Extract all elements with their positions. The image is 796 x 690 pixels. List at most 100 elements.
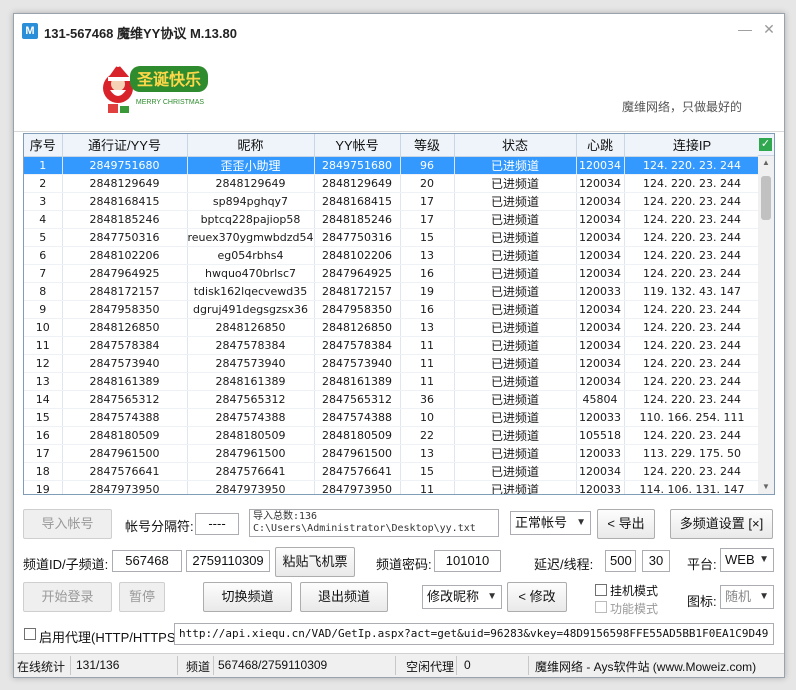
table-cell: 110. 166. 254. 111 [624,408,761,427]
sub-channel-input[interactable]: 2759110309 [186,550,270,572]
proxy-checkbox[interactable] [24,628,36,640]
table-cell: 2848172157 [314,282,401,301]
switch-channel-button[interactable]: 切换频道 [203,582,292,612]
table-row[interactable]: 10 2848126850 2848126850 2848126850 13 已进频道 12… [24,318,761,337]
function-mode-checkbox[interactable] [595,601,607,613]
table-cell: 已进频道 [454,444,577,463]
close-button[interactable]: ✕ [760,20,778,38]
table-cell: 2849751680 [314,156,401,175]
table-cell: 2847573940 [314,354,401,373]
grid-scrollbar[interactable]: ▲ ▼ [758,156,774,494]
minimize-button[interactable]: — [736,20,754,38]
table-cell: 120034 [576,318,625,337]
table-cell: 2847576641 [314,462,401,481]
table-row[interactable]: 5 2847750316 reuex370ygmwbdzd54 2847750316 1… [24,228,761,247]
table-cell: 2848185246 [62,210,188,229]
table-row[interactable]: 14 2847565312 2847565312 2847565312 36 已进频道 45… [24,390,761,409]
table-cell: 45804 [576,390,625,409]
column-header[interactable]: 连接IP [624,134,761,157]
table-row[interactable]: 7 2847964925 hwquo470brlsc7 2847964925 16 已进频… [24,264,761,283]
table-row[interactable]: 16 2848180509 2848180509 2848180509 22 已进频道 10… [24,426,761,445]
table-cell: reuex370ygmwbdzd54 [187,228,315,247]
status-bar: 在线统计 131/136 频道 567468/2759110309 空闲代理 0… [14,653,784,677]
table-cell: 10 [24,318,63,337]
select-all-checkbox[interactable]: ✓ [759,138,772,151]
table-row[interactable]: 1 2849751680 歪歪小助理 2849751680 96 已进频道 120034 12… [24,156,761,175]
table-cell: 2847565312 [314,390,401,409]
scroll-down-icon[interactable]: ▼ [758,480,774,494]
table-row[interactable]: 8 2848172157 tdisk162lqecvewd35 2848172157 1… [24,282,761,301]
channel-id-input[interactable]: 567468 [112,550,182,572]
table-cell: 96 [400,156,455,175]
pause-button[interactable]: 暂停 [119,582,165,612]
table-row[interactable]: 18 2847576641 2847576641 2847576641 15 已进频道 12… [24,462,761,481]
proxy-url-input[interactable]: http://api.xiequ.cn/VAD/GetIp.aspx?act=g… [174,623,774,645]
column-header[interactable]: 等级 [400,134,455,157]
table-cell: 5 [24,228,63,247]
table-cell: 2847578384 [314,336,401,355]
table-cell: 120034 [576,246,625,265]
paste-ticket-button[interactable]: 粘贴飞机票 [275,547,355,577]
modify-button[interactable]: < 修改 [507,582,567,612]
multi-channel-button[interactable]: 多频道设置 [×] [670,509,773,539]
platform-select[interactable]: WEB ▼ [720,548,774,572]
import-account-button[interactable]: 导入帐号 [23,509,112,539]
table-row[interactable]: 15 2847574388 2847574388 2847574388 10 已进频道 12… [24,408,761,427]
scroll-thumb[interactable] [761,176,771,220]
icon-select[interactable]: 随机 ▼ [720,585,774,609]
table-row[interactable]: 6 2848102206 eg054rbhs4 2848102206 13 已进频道 120… [24,246,761,265]
table-row[interactable]: 2 2848129649 2848129649 2848129649 20 已进频道 120… [24,174,761,193]
table-cell: 124. 220. 23. 244 [624,246,761,265]
hang-mode-checkbox[interactable] [595,584,607,596]
modify-nick-select[interactable]: 修改昵称 ▼ [422,585,502,609]
column-header[interactable]: 昵称 [187,134,315,157]
column-header[interactable]: 状态 [454,134,577,157]
table-row[interactable]: 19 2847973950 2847973950 2847973950 11 已进频道 12… [24,480,761,494]
scroll-up-icon[interactable]: ▲ [758,156,774,170]
hang-mode-label: 挂机模式 [610,584,659,598]
online-stat-value: 131/136 [76,658,120,672]
title-bar: M 131-567468 魔维YY协议 M.13.80 — ✕ [14,14,784,48]
account-type-select[interactable]: 正常帐号 ▼ [510,511,591,535]
column-header[interactable]: 序号 [24,134,63,157]
table-cell: 已进频道 [454,156,577,175]
separator-input[interactable]: ---- [195,513,239,535]
icon-label: 图标: [687,594,717,609]
table-cell: 120034 [576,354,625,373]
table-row[interactable]: 4 2848185246 bptcq228pajiop58 2848185246 17 已… [24,210,761,229]
table-row[interactable]: 12 2847573940 2847573940 2847573940 11 已进频道 12… [24,354,761,373]
export-button[interactable]: < 导出 [597,509,655,539]
table-cell: 已进频道 [454,246,577,265]
table-cell: 19 [400,282,455,301]
table-cell: 已进频道 [454,300,577,319]
table-cell: 120034 [576,192,625,211]
threads-input[interactable]: 30 [642,550,670,572]
table-cell: 2847973950 [187,480,315,494]
table-row[interactable]: 3 2848168415 sp894pghqy7 2848168415 17 已进频道 12… [24,192,761,211]
column-header[interactable]: YY帐号 [314,134,401,157]
table-cell: 2847573940 [187,354,315,373]
start-login-button[interactable]: 开始登录 [23,582,112,612]
table-row[interactable]: 17 2847961500 2847961500 2847961500 13 已进频道 12… [24,444,761,463]
delay-input[interactable]: 500 [605,550,636,572]
table-row[interactable]: 13 2848161389 2848161389 2848161389 11 已进频道 12… [24,372,761,391]
channel-password-input[interactable]: 101010 [434,550,501,572]
platform-label: 平台: [687,557,717,572]
column-header[interactable]: 心跳 [576,134,625,157]
table-row[interactable]: 11 2847578384 2847578384 2847578384 11 已进频道 12… [24,336,761,355]
exit-channel-button[interactable]: 退出频道 [300,582,388,612]
table-cell: 105518 [576,426,625,445]
table-cell: 22 [400,426,455,445]
table-cell: 6 [24,246,63,265]
chevron-down-icon: ▼ [576,517,586,528]
column-header[interactable]: 通行证/YY号 [62,134,188,157]
table-cell: 17 [400,210,455,229]
table-cell: 2848126850 [314,318,401,337]
status-divider [213,656,214,675]
table-row[interactable]: 9 2847958350 dgruj491degsgzsx36 2847958350 1… [24,300,761,319]
import-info-box[interactable]: 导入总数:136 C:\Users\Administrator\Desktop\… [249,509,499,537]
table-cell: 120034 [576,156,625,175]
table-cell: 120033 [576,480,625,494]
status-divider [395,656,396,675]
online-stat-label: 在线统计 [17,660,66,674]
